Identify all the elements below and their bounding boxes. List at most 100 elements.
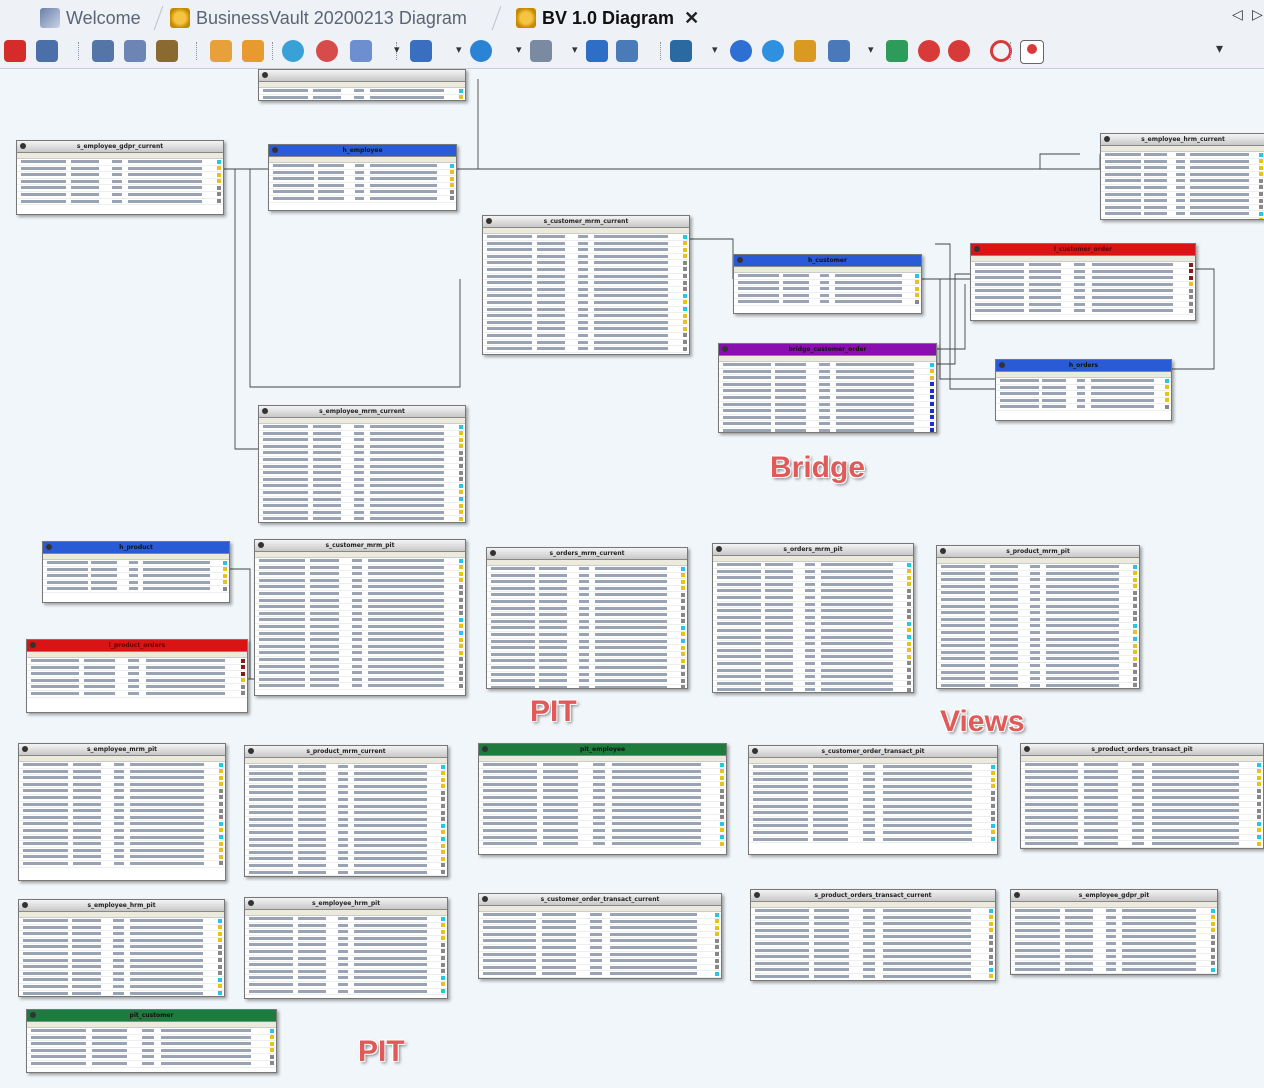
link-icon[interactable] <box>730 40 752 62</box>
pencil-icon[interactable] <box>410 40 432 62</box>
tab-bv-diagram[interactable]: BV 1.0 Diagram ✕ <box>516 4 699 32</box>
column-row <box>19 984 224 991</box>
entity-table[interactable]: s_customer_order_transact_pit <box>748 745 998 855</box>
entity-table[interactable]: s_customer_mrm_current <box>482 215 690 355</box>
entity-table[interactable] <box>258 69 466 101</box>
entity-table[interactable]: s_employee_hrm_pit <box>18 899 225 997</box>
stop-icon[interactable] <box>948 40 970 62</box>
column-marker <box>1259 172 1263 177</box>
tab-welcome[interactable]: Welcome <box>40 4 141 32</box>
split-icon[interactable] <box>886 40 908 62</box>
column-row <box>719 428 936 432</box>
entity-table[interactable]: s_employee_gdpr_current <box>16 140 224 215</box>
column-marker <box>1133 656 1137 661</box>
annotation-bridge: Bridge <box>770 451 866 484</box>
diagram-canvas[interactable]: Bridge PIT Views PIT s_employee_gdpr_cur… <box>0 69 1264 1088</box>
entity-table[interactable]: s_orders_mrm_current <box>486 547 688 689</box>
pdf-icon[interactable] <box>4 40 26 62</box>
circle-icon[interactable] <box>990 40 1012 62</box>
entity-table[interactable]: h_orders <box>995 359 1172 421</box>
toolbar-separator <box>196 42 198 60</box>
dropdown-arrow-icon[interactable]: ▾ <box>394 43 400 56</box>
hierarchy-icon[interactable] <box>670 40 692 62</box>
grab-icon[interactable] <box>242 40 264 62</box>
entity-table[interactable]: pit_employee <box>478 743 727 855</box>
entity-table[interactable]: s_employee_gdpr_pit <box>1010 889 1218 975</box>
sphere-icon[interactable] <box>762 40 784 62</box>
close-icon[interactable]: ✕ <box>684 8 699 29</box>
dropdown-arrow-icon[interactable]: ▾ <box>868 43 874 56</box>
column-marker <box>459 624 463 629</box>
column-marker <box>720 769 724 774</box>
column-marker <box>907 602 911 607</box>
column-marker <box>683 340 687 344</box>
entity-table[interactable]: l_customer_order <box>970 243 1196 321</box>
entity-table[interactable]: s_product_mrm_pit <box>936 545 1140 689</box>
entity-table[interactable]: s_employee_hrm_pit <box>244 897 448 999</box>
zoom-out-icon[interactable] <box>316 40 338 62</box>
search-icon[interactable] <box>918 40 940 62</box>
entity-table[interactable]: s_customer_mrm_pit <box>254 539 466 696</box>
column-row <box>734 286 921 293</box>
entity-table[interactable]: h_product <box>42 541 230 603</box>
entity-table[interactable]: h_employee <box>268 144 457 211</box>
refresh-icon[interactable] <box>470 40 492 62</box>
column-row <box>255 611 465 618</box>
paste-icon[interactable] <box>156 40 178 62</box>
column-marker <box>991 817 995 822</box>
dropdown-arrow-icon[interactable]: ▾ <box>712 43 718 56</box>
relation-icon[interactable] <box>530 40 552 62</box>
column-marker <box>459 584 463 589</box>
entity-table[interactable]: bridge_customer_order <box>718 343 937 433</box>
zoom-icon[interactable] <box>350 40 372 62</box>
column-row <box>749 771 997 778</box>
copy-icon[interactable] <box>124 40 146 62</box>
dropdown-arrow-icon[interactable]: ▾ <box>572 43 578 56</box>
scroll-tabs-left-icon[interactable]: ◁ <box>1232 7 1243 23</box>
layout-icon[interactable] <box>616 40 638 62</box>
column-row <box>937 597 1139 604</box>
toolbar-menu-icon[interactable]: ▾ <box>1216 41 1223 57</box>
scroll-tabs-right-icon[interactable]: ▷ <box>1252 7 1263 23</box>
column-row <box>971 282 1195 289</box>
column-marker <box>441 856 445 861</box>
pin-icon[interactable] <box>1020 40 1044 64</box>
zoom-in-icon[interactable] <box>282 40 304 62</box>
entity-table[interactable]: s_product_mrm_current <box>244 745 448 877</box>
entity-table[interactable]: pit_customer <box>26 1009 277 1073</box>
column-row <box>259 457 465 464</box>
entity-table[interactable]: s_orders_mrm_pit <box>712 543 914 693</box>
column-row <box>479 775 726 782</box>
entity-table[interactable]: s_employee_mrm_current <box>258 405 466 523</box>
column-marker <box>459 464 463 469</box>
column-row <box>487 665 687 672</box>
entity-title: s_employee_mrm_pit <box>19 744 225 756</box>
entity-table[interactable]: s_product_orders_transact_current <box>750 889 996 981</box>
entity-table[interactable]: h_customer <box>733 254 922 314</box>
column-row <box>1011 921 1217 928</box>
column-marker <box>930 408 934 413</box>
column-marker <box>218 944 222 949</box>
entity-table[interactable]: s_employee_mrm_pit <box>18 743 226 881</box>
column-marker <box>907 575 911 580</box>
dropdown-arrow-icon[interactable]: ▾ <box>456 43 462 56</box>
entity-table[interactable]: l_product_orders <box>26 639 248 713</box>
entity-table[interactable]: s_employee_hrm_current <box>1100 133 1264 220</box>
column-marker <box>715 945 719 950</box>
cut-icon[interactable] <box>92 40 114 62</box>
print-icon[interactable] <box>36 40 58 62</box>
hand-icon[interactable] <box>210 40 232 62</box>
column-marker <box>715 958 719 963</box>
grid-icon[interactable] <box>828 40 850 62</box>
entity-title: s_customer_mrm_pit <box>255 540 465 552</box>
entity-table[interactable]: s_product_orders_transact_pit <box>1020 743 1264 849</box>
column-marker <box>1133 623 1137 628</box>
tab-businessvault-diagram[interactable]: BusinessVault 20200213 Diagram <box>170 4 467 32</box>
column-row <box>487 672 687 679</box>
column-row <box>713 668 913 675</box>
table-icon[interactable] <box>586 40 608 62</box>
dropdown-arrow-icon[interactable]: ▾ <box>516 43 522 56</box>
keys-icon[interactable] <box>794 40 816 62</box>
column-row <box>719 408 936 415</box>
entity-table[interactable]: s_customer_order_transact_current <box>478 893 722 979</box>
